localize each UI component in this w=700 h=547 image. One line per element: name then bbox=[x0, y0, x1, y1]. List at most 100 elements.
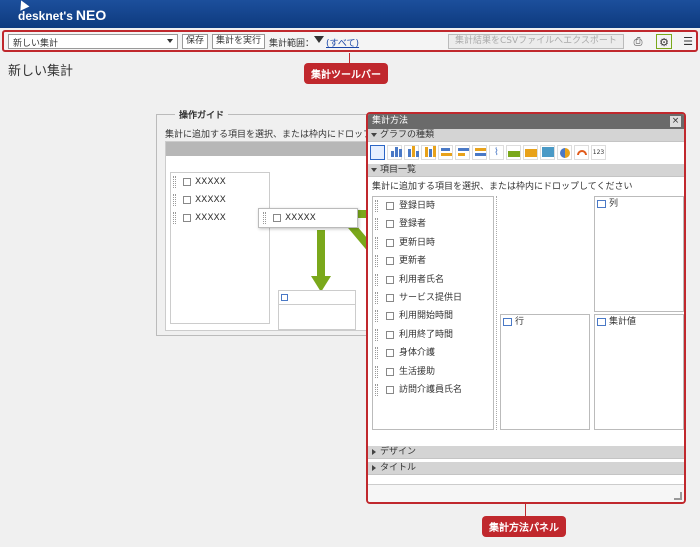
triangle-down-icon bbox=[371, 168, 377, 172]
close-icon[interactable]: × bbox=[670, 116, 681, 127]
list-item[interactable]: サービス提供日 bbox=[373, 289, 493, 307]
list-item: XXXXX bbox=[171, 173, 269, 191]
list-item[interactable]: 利用者氏名 bbox=[373, 271, 493, 289]
drag-grip-icon[interactable] bbox=[375, 347, 378, 360]
panel-footer bbox=[368, 484, 684, 502]
save-button[interactable]: 保存 bbox=[182, 34, 209, 49]
panel-callout: 集計方法パネル bbox=[482, 516, 566, 537]
divider bbox=[496, 196, 497, 430]
drag-grip-icon bbox=[173, 176, 176, 188]
guide-row-zone bbox=[278, 290, 356, 330]
item-list-section[interactable]: 項目一覧 bbox=[368, 164, 684, 177]
bar-chart-icon[interactable] bbox=[387, 145, 402, 160]
drag-grip-icon[interactable] bbox=[375, 328, 378, 341]
pie-chart-icon[interactable] bbox=[557, 145, 572, 160]
guide-bar bbox=[166, 142, 384, 156]
list-item[interactable]: 更新者 bbox=[373, 252, 493, 270]
value-drop-zone[interactable]: 集計値 bbox=[594, 314, 684, 430]
checkbox-icon[interactable] bbox=[386, 349, 394, 358]
gauge-chart-icon[interactable] bbox=[574, 145, 589, 160]
list-item[interactable]: 利用終了時間 bbox=[373, 326, 493, 344]
checkbox-icon[interactable] bbox=[386, 220, 394, 229]
csv-export-button[interactable]: 集計結果をCSVファイルへエクスポート bbox=[448, 34, 624, 49]
filter-icon[interactable] bbox=[314, 36, 324, 43]
chevron-down-icon bbox=[167, 39, 173, 43]
field-item-list: 登録日時 登録者 更新日時 更新者 利用者氏名 サービス提供日 利用開始時間 利… bbox=[372, 196, 494, 430]
table-icon bbox=[281, 294, 288, 301]
checkbox-icon[interactable] bbox=[386, 367, 394, 376]
toolbar-callout: 集計ツールバー bbox=[304, 63, 388, 84]
menu-list-icon[interactable]: ☰ bbox=[680, 34, 696, 49]
run-aggregation-button[interactable]: 集計を実行 bbox=[212, 34, 266, 49]
callout-connector bbox=[349, 53, 350, 63]
aggregation-toolbar: 新しい集計 保存 集計を実行 集計範囲： (すべて) 集計結果をCSVファイルへ… bbox=[2, 30, 698, 52]
list-item[interactable]: 生活援助 bbox=[373, 363, 493, 381]
page-title: 新しい集計 bbox=[8, 64, 74, 79]
drag-grip-icon[interactable] bbox=[375, 365, 378, 378]
checkbox-icon bbox=[183, 178, 191, 186]
drag-grip-icon bbox=[173, 212, 176, 224]
column-drop-zone[interactable]: 列 bbox=[594, 196, 684, 312]
drag-grip-icon[interactable] bbox=[375, 255, 378, 268]
items-hint: 集計に追加する項目を選択、または枠内にドロップしてください bbox=[372, 182, 633, 191]
list-item[interactable]: 更新日時 bbox=[373, 234, 493, 252]
checkbox-icon[interactable] bbox=[386, 385, 394, 394]
list-item[interactable]: 身体介護 bbox=[373, 344, 493, 362]
settings-panel-icon[interactable]: ⚙ bbox=[656, 34, 672, 49]
percent-area-chart-icon[interactable] bbox=[540, 145, 555, 160]
checkbox-icon[interactable] bbox=[386, 275, 394, 284]
horizontal-grouped-bar-icon[interactable] bbox=[455, 145, 470, 160]
checkbox-icon[interactable] bbox=[386, 202, 394, 210]
guide-arrow-down bbox=[317, 230, 325, 276]
list-item[interactable]: 登録者 bbox=[373, 215, 493, 233]
checkbox-icon bbox=[273, 214, 281, 222]
drag-grip-icon bbox=[263, 212, 266, 224]
checkbox-icon[interactable] bbox=[386, 238, 394, 247]
triangle-right-icon bbox=[372, 465, 376, 471]
panel-title: 集計方法 × bbox=[368, 114, 684, 129]
drag-grip-icon[interactable] bbox=[375, 218, 378, 231]
app-header: desknet's NEO bbox=[0, 0, 700, 28]
line-chart-icon[interactable]: ⌇ bbox=[489, 145, 504, 160]
graph-type-section[interactable]: グラフの種類 bbox=[368, 129, 684, 142]
drag-grip-icon[interactable] bbox=[375, 236, 378, 249]
app-logo[interactable]: desknet's NEO bbox=[18, 7, 106, 23]
callout-connector bbox=[525, 504, 526, 516]
triangle-right-icon bbox=[372, 449, 376, 455]
aggregation-method-panel: 集計方法 × グラフの種類 ⌇ 123 項目一覧 集計に追加する項目を選択、また… bbox=[366, 112, 686, 504]
resize-handle-icon[interactable] bbox=[674, 492, 682, 500]
chart-type-icons: ⌇ 123 bbox=[368, 142, 684, 164]
title-section[interactable]: タイトル bbox=[368, 462, 684, 475]
print-icon[interactable]: ⎙ bbox=[630, 34, 646, 49]
drag-grip-icon bbox=[173, 194, 176, 206]
drag-grip-icon[interactable] bbox=[375, 383, 378, 396]
range-link[interactable]: (すべて) bbox=[326, 36, 359, 49]
list-item: XXXXX bbox=[171, 209, 269, 227]
drag-grip-icon[interactable] bbox=[375, 273, 378, 286]
checkbox-icon[interactable] bbox=[386, 257, 394, 266]
drag-grip-icon[interactable] bbox=[375, 310, 378, 323]
checkbox-icon bbox=[183, 214, 191, 222]
aggregation-select[interactable]: 新しい集計 bbox=[8, 34, 178, 49]
stacked-bar-chart-icon[interactable] bbox=[421, 145, 436, 160]
guide-legend: 操作ガイド bbox=[175, 108, 229, 121]
checkbox-icon[interactable] bbox=[386, 293, 394, 302]
grouped-bar-chart-icon[interactable] bbox=[404, 145, 419, 160]
checkbox-icon[interactable] bbox=[386, 312, 394, 321]
area-chart-icon[interactable] bbox=[506, 145, 521, 160]
list-item[interactable]: 登録日時 bbox=[373, 197, 493, 215]
drag-grip-icon[interactable] bbox=[375, 200, 378, 212]
stacked-area-chart-icon[interactable] bbox=[523, 145, 538, 160]
drag-grip-icon[interactable] bbox=[375, 291, 378, 304]
design-section[interactable]: デザイン bbox=[368, 446, 684, 459]
guide-item-list: XXXXX XXXXX XXXXX bbox=[170, 172, 270, 324]
row-drop-zone[interactable]: 行 bbox=[500, 314, 590, 430]
number-chart-icon[interactable]: 123 bbox=[591, 145, 606, 160]
value-icon bbox=[597, 318, 606, 326]
table-chart-icon[interactable] bbox=[370, 145, 385, 160]
checkbox-icon[interactable] bbox=[386, 330, 394, 339]
horizontal-stacked-bar-icon[interactable] bbox=[472, 145, 487, 160]
list-item[interactable]: 訪問介護員氏名 bbox=[373, 381, 493, 399]
list-item[interactable]: 利用開始時間 bbox=[373, 307, 493, 325]
horizontal-bar-chart-icon[interactable] bbox=[438, 145, 453, 160]
